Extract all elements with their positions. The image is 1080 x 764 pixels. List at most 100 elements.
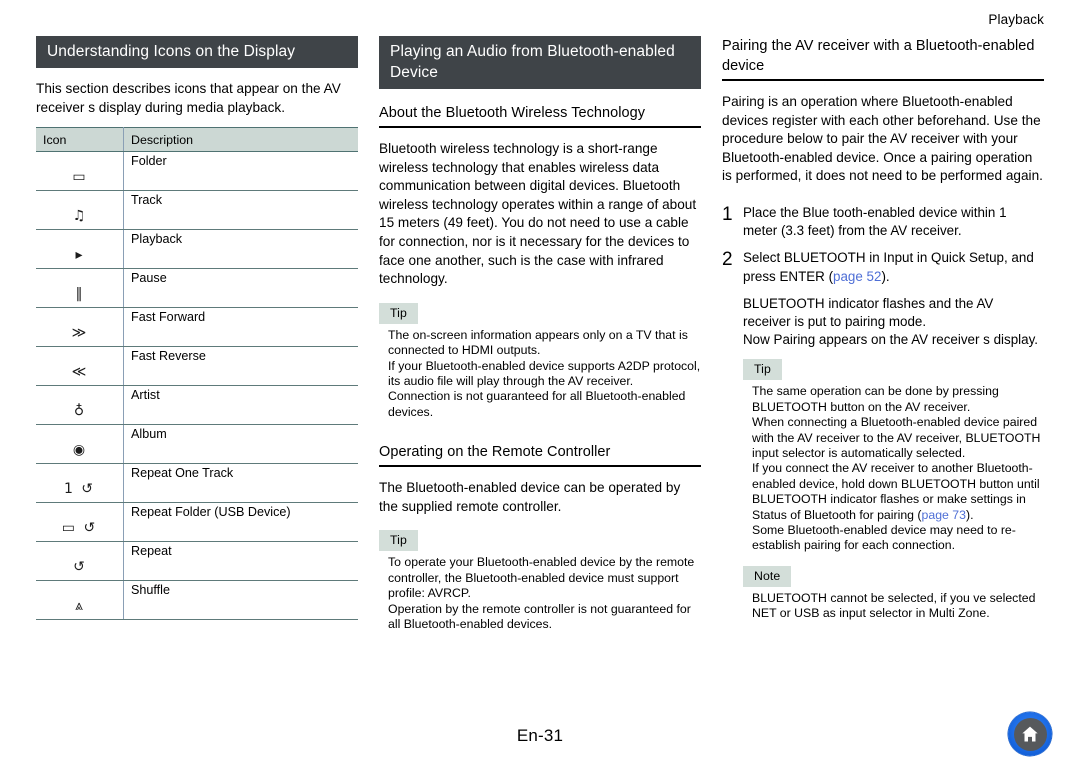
tip-line: Connection is not guaranteed for all Blu… [388,389,686,419]
icon-cell: ⩓ [36,580,124,621]
icon-cell: ≫ [36,307,124,348]
step-2-main-line: Select BLUETOOTH in Input in Quick Setup… [743,249,1044,285]
step-1: 1 Place the Blue tooth-enabled device wi… [722,204,1044,240]
table-row: ♁ Artist [36,385,358,426]
step-2-continuation: BLUETOOTH indicator flashes and the AV r… [743,295,994,329]
middle-column: Playing an Audio from Bluetooth-enabled … [379,36,701,632]
table-row: ≫ Fast Forward [36,307,358,348]
step-2: 2 Select BLUETOOTH in Input in Quick Set… [722,249,1044,285]
description-cell: Pause [123,268,358,309]
section-heading-bluetooth-technology: About the Bluetooth Wireless Technology [379,103,701,128]
description-cell: Fast Forward [123,307,358,348]
tip-line: To operate your Bluetooth-enabled device… [388,555,695,601]
description-cell: Artist [123,385,358,426]
description-cell: Fast Reverse [123,346,358,387]
home-icon [1013,717,1047,751]
tip-badge: Tip [743,359,782,381]
note-badge: Note [743,565,792,587]
step-number: 2 [722,249,733,271]
tip-link-text-before: If you connect the AV receiver to anothe… [752,461,1040,522]
icon-cell: ▭ ↺ [36,502,124,543]
left-column-intro: This section describes icons that appear… [36,81,341,115]
fast-reverse-icon: ≪ [71,364,88,381]
table-row: ⩓ Shuffle [36,580,358,621]
shuffle-icon: ⩓ [75,598,84,615]
table-row: ▭ Folder [36,151,358,192]
step-number: 1 [722,203,733,225]
note-body: BLUETOOTH cannot be selected, if you ve … [722,591,1044,622]
step-text: Place the Blue tooth-enabled device with… [743,204,1007,239]
table-row: ♫ Track [36,190,358,231]
table-row: ‖ Pause [36,268,358,309]
table-row: 1 ↺ Repeat One Track [36,463,358,504]
table-row: ↺ Repeat [36,541,358,582]
step-2-text-after-link: ). [881,268,890,284]
tip-badge-wrap-3: Tip [722,359,1044,381]
icon-cell: ♁ [36,385,124,426]
bluetooth-technology-paragraph: Bluetooth wireless technology is a short… [379,141,697,287]
icon-cell: ↺ [36,541,124,582]
step-2-continuation-2: Now Pairing appears on the AV receiver s… [743,332,1038,348]
tip-badge: Tip [379,530,418,552]
description-cell: Folder [123,151,358,192]
step-2-continuation-block: BLUETOOTH indicator flashes and the AV r… [722,295,1044,350]
description-cell: Repeat [123,541,358,582]
note-badge-wrap: Note [722,565,1044,587]
tip-line: The same operation can be done by pressi… [752,384,999,414]
tip-line: When connecting a Bluetooth-enabled devi… [752,415,1041,461]
description-cell: Shuffle [123,580,358,621]
page-52-link[interactable]: page 52 [833,269,881,284]
right-column: Pairing the AV receiver with a Bluetooth… [722,36,1044,632]
table-row: ≪ Fast Reverse [36,346,358,387]
icon-cell: ≪ [36,346,124,387]
middle-column-title: Playing an Audio from Bluetooth-enabled … [379,36,701,89]
icon-table: Icon Description ▭ Folder ♫ Track ▸ Playback ‖… [36,127,358,621]
table-row: ◉ Album [36,424,358,465]
column-header-description: Description [123,127,358,153]
column-header-icon: Icon [36,127,124,153]
icon-cell: ▸ [36,229,124,270]
pause-icon: ‖ [75,286,84,303]
icon-cell: ◉ [36,424,124,465]
tip-body-1: The on-screen information appears only o… [379,328,701,420]
repeat-icon: ↺ [73,559,86,576]
tip-line-with-link: If you connect the AV receiver to anothe… [752,461,1044,523]
tip-badge-wrap-1: Tip [379,302,701,324]
tip-line: Operation by the remote controller is no… [388,601,691,631]
note-line: BLUETOOTH cannot be selected, if you ve … [752,590,1036,621]
left-column: Understanding Icons on the Display This … [36,36,358,632]
tip-body-3: The same operation can be done by pressi… [722,384,1044,553]
page-columns: Understanding Icons on the Display This … [36,36,1044,632]
icon-cell: 1 ↺ [36,463,124,504]
fast-forward-icon: ≫ [71,325,88,342]
tip-badge: Tip [379,302,418,324]
pairing-paragraph: Pairing is an operation where Bluetooth-… [722,94,1043,184]
tip-line: The on-screen information appears only o… [388,327,688,358]
play-icon: ▸ [75,247,84,264]
page-73-link[interactable]: page 73 [922,508,966,522]
tip-line: If your Bluetooth-enabled device support… [388,358,701,388]
page-number: En-31 [516,726,564,745]
icon-cell: ♫ [36,190,124,231]
table-row: ▸ Playback [36,229,358,270]
running-head: Playback [988,12,1044,27]
description-cell: Repeat One Track [123,463,358,504]
tip-last-line: Some Bluetooth-enabled device may need t… [752,523,1016,553]
icon-cell: ‖ [36,268,124,309]
music-note-icon: ♫ [72,208,87,225]
home-button[interactable] [1008,712,1052,756]
repeat-one-track-icon: 1 ↺ [63,481,96,498]
step-text: Select BLUETOOTH in Input in Quick Setup… [743,249,1044,285]
tip-link-text-after: ). [965,507,974,522]
description-cell: Repeat Folder (USB Device) [123,502,358,543]
tip-body-2: To operate your Bluetooth-enabled device… [379,555,701,632]
icon-table-body: ▭ Folder ♫ Track ▸ Playback ‖ Pause ≫ Fast Forwar… [36,151,358,621]
description-cell: Track [123,190,358,231]
icon-table-head: Icon Description [36,127,358,153]
section-heading-remote-controller: Operating on the Remote Controller [379,442,701,468]
description-cell: Album [123,424,358,465]
repeat-folder-icon: ▭ ↺ [61,520,98,537]
tip-badge-wrap-2: Tip [379,530,701,552]
description-cell: Playback [123,229,358,270]
section-heading-pairing: Pairing the AV receiver with a Bluetooth… [722,36,1044,81]
